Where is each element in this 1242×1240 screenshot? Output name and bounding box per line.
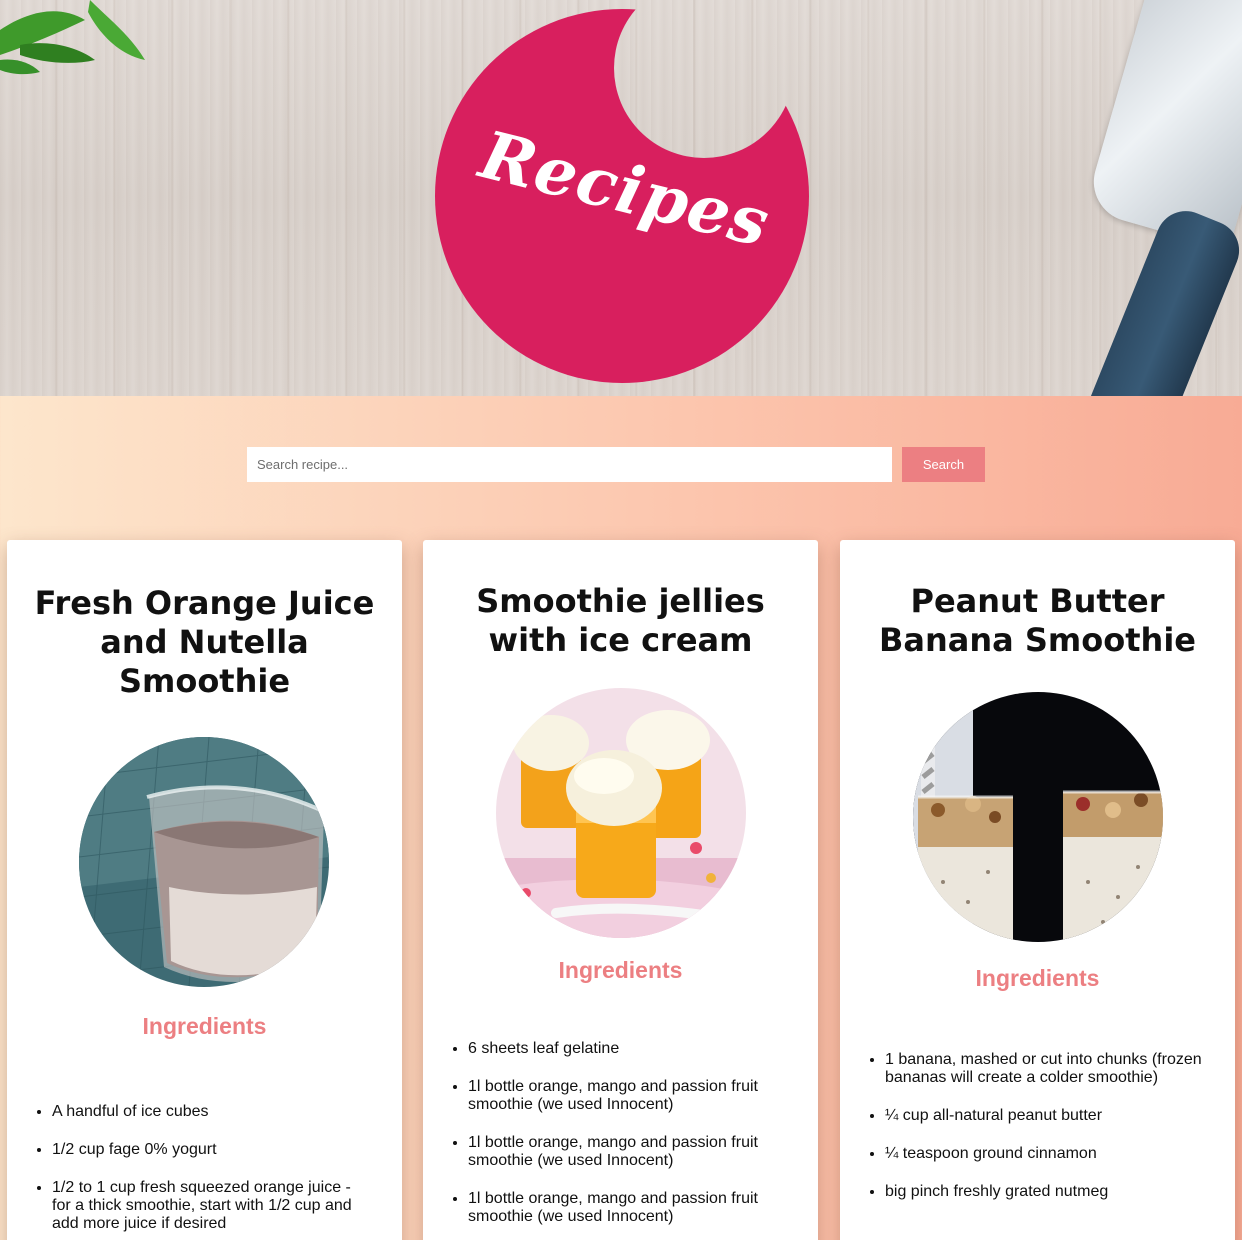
ingredients-heading: Ingredients: [975, 965, 1100, 991]
ingredient-item: 1 banana, mashed or cut into chunks (fro…: [885, 1051, 1205, 1087]
recipe-card[interactable]: Smoothie jellies with ice cream Ingredie…: [423, 540, 818, 1240]
recipe-card[interactable]: Fresh Orange Juice and Nutella Smoothie …: [7, 540, 402, 1240]
knife-handle-decoration: [1086, 202, 1242, 396]
jelly-ice-cream-photo: [496, 688, 746, 938]
ingredient-item: 1/2 cup fage 0% yogurt: [52, 1141, 372, 1159]
ingredient-item: ¼ cup all-natural peanut butter: [885, 1107, 1205, 1125]
ingredient-item: 1l bottle orange, mango and passion frui…: [468, 1078, 788, 1114]
basil-leaves-decoration: [0, 0, 145, 75]
ingredient-item: 1/2 to 1 cup fresh squeezed orange juice…: [52, 1179, 372, 1233]
recipe-title[interactable]: Smoothie jellies with ice cream: [443, 582, 798, 660]
banana-smoothie-photo: [913, 692, 1163, 942]
ingredient-list: 1 banana, mashed or cut into chunks (fro…: [885, 1051, 1205, 1221]
recipe-title[interactable]: Fresh Orange Juice and Nutella Smoothie: [27, 584, 382, 701]
knife-blade-decoration: [1084, 0, 1242, 251]
ingredients-heading: Ingredients: [558, 957, 683, 983]
ingredient-item: ¼ teaspoon ground cinnamon: [885, 1145, 1205, 1163]
hero-banner: Recipes: [0, 0, 1242, 396]
ingredient-list: A handful of ice cubes 1/2 cup fage 0% y…: [52, 1103, 372, 1240]
ingredient-item: 1l bottle orange, mango and passion frui…: [468, 1134, 788, 1170]
ingredient-item: big pinch freshly grated nutmeg: [885, 1183, 1205, 1201]
smoothie-glass-photo: [79, 737, 329, 987]
recipe-title[interactable]: Peanut Butter Banana Smoothie: [860, 582, 1215, 660]
search-button[interactable]: Search: [902, 447, 985, 482]
search-input[interactable]: [247, 447, 892, 482]
ingredient-list: 6 sheets leaf gelatine 1l bottle orange,…: [468, 1040, 788, 1240]
ingredient-item: 6 sheets leaf gelatine: [468, 1040, 788, 1058]
recipe-card[interactable]: Peanut Butter Banana Smoothie Ingredient…: [840, 540, 1235, 1240]
ingredients-heading: Ingredients: [142, 1013, 267, 1039]
ingredient-item: A handful of ice cubes: [52, 1103, 372, 1121]
ingredient-item: 1l bottle orange, mango and passion frui…: [468, 1190, 788, 1226]
